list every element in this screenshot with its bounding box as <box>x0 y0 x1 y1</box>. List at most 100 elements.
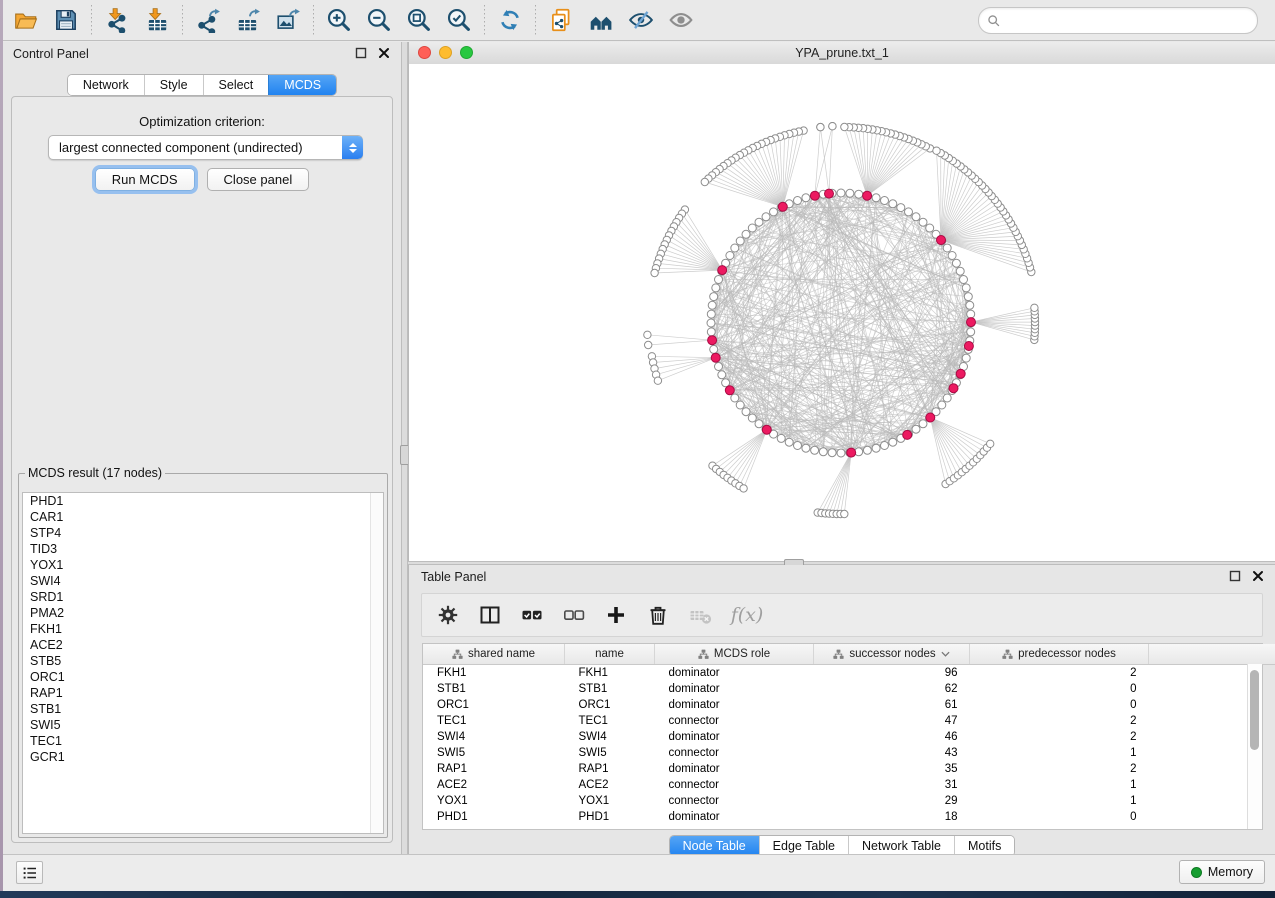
tab-motifs[interactable]: Motifs <box>954 836 1014 856</box>
cell-shared_name[interactable]: FKH1 <box>423 665 565 682</box>
save-button[interactable] <box>51 5 81 35</box>
cell-successor_nodes[interactable]: 47 <box>814 713 970 729</box>
table-row[interactable]: ACE2ACE2connector311 <box>423 777 1275 793</box>
network-canvas[interactable] <box>409 64 1275 561</box>
zoom-out-button[interactable] <box>364 5 394 35</box>
cell-name[interactable]: SWI5 <box>565 745 655 761</box>
cell-successor_nodes[interactable]: 46 <box>814 729 970 745</box>
cell-predecessor_nodes[interactable]: 1 <box>970 793 1149 809</box>
close-panel-icon[interactable] <box>377 47 391 61</box>
cell-successor_nodes[interactable]: 35 <box>814 761 970 777</box>
mcds-result-item[interactable]: CAR1 <box>23 509 383 525</box>
zoom-in-button[interactable] <box>324 5 354 35</box>
cell-name[interactable]: FKH1 <box>565 665 655 682</box>
table-row[interactable]: PHD1PHD1dominator180 <box>423 809 1275 825</box>
cell-predecessor_nodes[interactable]: 2 <box>970 713 1149 729</box>
cell-predecessor_nodes[interactable]: 2 <box>970 761 1149 777</box>
close-window-icon[interactable] <box>418 46 431 59</box>
column-header-shared-name[interactable]: shared name <box>423 644 565 665</box>
cell-mcds_role[interactable]: dominator <box>655 809 814 825</box>
cell-shared_name[interactable]: RAP1 <box>423 761 565 777</box>
zoom-window-icon[interactable] <box>460 46 473 59</box>
cell-name[interactable]: ORC1 <box>565 697 655 713</box>
tab-style[interactable]: Style <box>144 75 203 95</box>
open-file-button[interactable] <box>11 5 41 35</box>
zoom-selected-button[interactable] <box>444 5 474 35</box>
cell-name[interactable]: RAP1 <box>565 761 655 777</box>
cell-mcds_role[interactable]: dominator <box>655 761 814 777</box>
cell-successor_nodes[interactable]: 61 <box>814 697 970 713</box>
cell-predecessor_nodes[interactable]: 0 <box>970 681 1149 697</box>
criterion-select[interactable]: largest connected component (undirected) <box>48 135 363 160</box>
cell-successor_nodes[interactable]: 31 <box>814 777 970 793</box>
export-network-button[interactable] <box>193 5 223 35</box>
mcds-result-item[interactable]: STP4 <box>23 525 383 541</box>
settings-button[interactable] <box>436 602 462 628</box>
cell-shared_name[interactable]: SWI4 <box>423 729 565 745</box>
add-button[interactable] <box>604 602 630 628</box>
close-panel-button[interactable]: Close panel <box>207 168 310 191</box>
network-window-titlebar[interactable]: YPA_prune.txt_1 <box>409 42 1275 65</box>
mcds-result-item[interactable]: STB1 <box>23 701 383 717</box>
mcds-result-item[interactable]: PMA2 <box>23 605 383 621</box>
cell-name[interactable]: TEC1 <box>565 713 655 729</box>
close-table-panel-icon[interactable] <box>1251 570 1265 584</box>
cell-predecessor_nodes[interactable]: 1 <box>970 745 1149 761</box>
cell-predecessor_nodes[interactable]: 1 <box>970 777 1149 793</box>
cell-name[interactable]: PHD1 <box>565 809 655 825</box>
cell-mcds_role[interactable]: dominator <box>655 665 814 682</box>
result-list-scroll-track[interactable] <box>370 493 383 833</box>
import-network-button[interactable] <box>102 5 132 35</box>
cell-successor_nodes[interactable]: 43 <box>814 745 970 761</box>
cell-name[interactable]: SWI4 <box>565 729 655 745</box>
network-overview-button[interactable] <box>586 5 616 35</box>
search-input[interactable] <box>1005 10 1257 32</box>
export-table-button[interactable] <box>233 5 263 35</box>
minimize-window-icon[interactable] <box>439 46 452 59</box>
table-row[interactable]: YOX1YOX1connector291 <box>423 793 1275 809</box>
cell-shared_name[interactable]: SWI5 <box>423 745 565 761</box>
mcds-result-item[interactable]: ACE2 <box>23 637 383 653</box>
cell-successor_nodes[interactable]: 62 <box>814 681 970 697</box>
mcds-result-item[interactable]: TID3 <box>23 541 383 557</box>
table-row[interactable]: STB1STB1dominator620 <box>423 681 1275 697</box>
tab-mcds[interactable]: MCDS <box>268 75 336 95</box>
clone-network-button[interactable] <box>546 5 576 35</box>
cell-mcds_role[interactable]: dominator <box>655 697 814 713</box>
cell-name[interactable]: STB1 <box>565 681 655 697</box>
show-hidden-button[interactable] <box>666 5 696 35</box>
select-all-button[interactable] <box>520 602 546 628</box>
export-image-button[interactable] <box>273 5 303 35</box>
float-table-panel-icon[interactable] <box>1228 570 1242 584</box>
vertical-split-divider[interactable] <box>401 42 408 855</box>
cell-shared_name[interactable]: TEC1 <box>423 713 565 729</box>
cell-mcds_role[interactable]: connector <box>655 745 814 761</box>
tab-network-table[interactable]: Network Table <box>848 836 954 856</box>
column-header-predecessor-nodes[interactable]: predecessor nodes <box>970 644 1149 665</box>
mcds-result-item[interactable]: ORC1 <box>23 669 383 685</box>
mcds-result-item[interactable]: SRD1 <box>23 589 383 605</box>
mcds-result-item[interactable]: STB5 <box>23 653 383 669</box>
table-row[interactable]: FKH1FKH1dominator962 <box>423 665 1275 682</box>
cell-shared_name[interactable]: ACE2 <box>423 777 565 793</box>
float-panel-icon[interactable] <box>354 47 368 61</box>
refresh-button[interactable] <box>495 5 525 35</box>
cell-shared_name[interactable]: ORC1 <box>423 697 565 713</box>
cell-name[interactable]: ACE2 <box>565 777 655 793</box>
deselect-all-button[interactable] <box>562 602 588 628</box>
cell-successor_nodes[interactable]: 29 <box>814 793 970 809</box>
tab-edge-table[interactable]: Edge Table <box>759 836 848 856</box>
table-row[interactable]: SWI4SWI4dominator462 <box>423 729 1275 745</box>
zoom-fit-button[interactable] <box>404 5 434 35</box>
mcds-result-item[interactable]: GCR1 <box>23 749 383 765</box>
cell-shared_name[interactable]: PHD1 <box>423 809 565 825</box>
cell-successor_nodes[interactable]: 18 <box>814 809 970 825</box>
cell-mcds_role[interactable]: dominator <box>655 729 814 745</box>
cell-name[interactable]: YOX1 <box>565 793 655 809</box>
column-header-successor-nodes[interactable]: successor nodes <box>814 644 970 665</box>
cell-shared_name[interactable]: YOX1 <box>423 793 565 809</box>
mcds-result-item[interactable]: SWI5 <box>23 717 383 733</box>
run-mcds-button[interactable]: Run MCDS <box>95 168 195 191</box>
split-view-button[interactable] <box>478 602 504 628</box>
tab-network[interactable]: Network <box>68 75 144 95</box>
